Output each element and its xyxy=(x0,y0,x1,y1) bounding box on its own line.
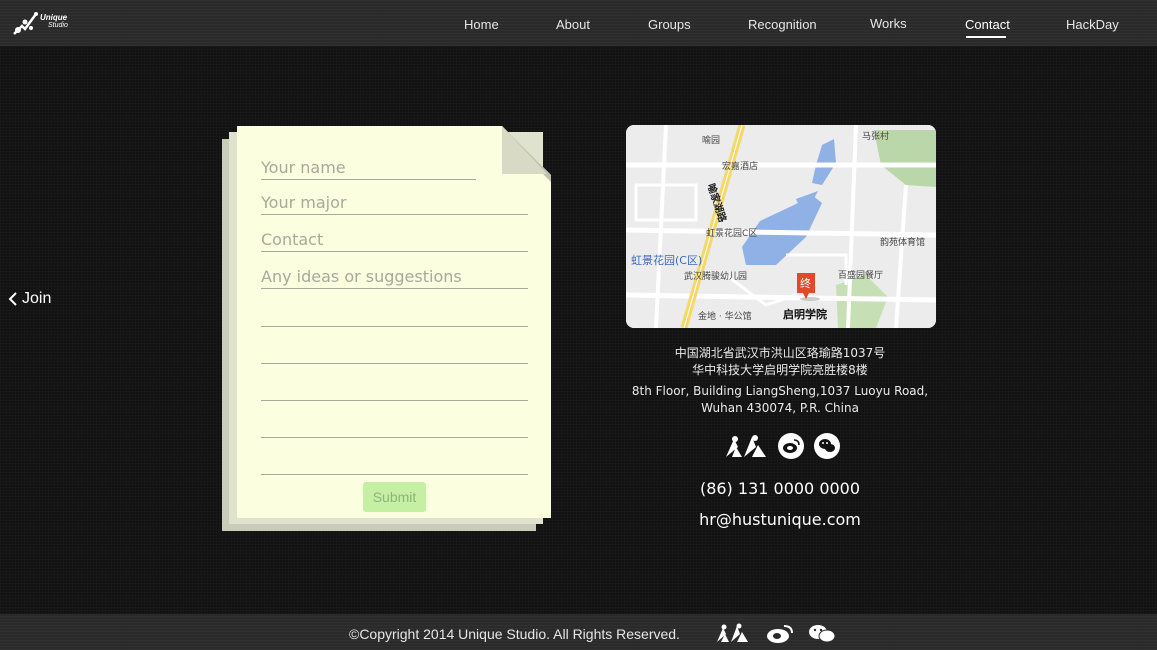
address-cn-line2: 华中科技大学启明学院亮胜楼8楼 xyxy=(692,363,868,377)
ideas-line[interactable] xyxy=(261,326,528,327)
map-label-hongjing-c: 虹景花园C区 xyxy=(706,229,758,239)
top-navbar: Unique Studio Home About Groups Recognit… xyxy=(0,0,1157,46)
contact-field[interactable]: Contact xyxy=(261,230,528,252)
phone-number: (86) 131 0000 0000 xyxy=(699,479,861,498)
weibo-icon[interactable] xyxy=(764,622,798,644)
nav-contact[interactable]: Contact xyxy=(965,17,1010,32)
logo-icon xyxy=(13,12,38,35)
map-label-kindergarten: 武汉腾骏幼儿园 xyxy=(684,272,748,282)
nav-groups[interactable]: Groups xyxy=(648,17,691,32)
renren-icon[interactable] xyxy=(724,433,768,459)
address-en-line1: 8th Floor, Building LiangSheng,1037 Luoy… xyxy=(631,384,929,398)
map-label-qiming: 启明学院 xyxy=(783,308,827,321)
major-field[interactable]: Your major xyxy=(261,193,528,215)
chevron-left-icon xyxy=(8,292,17,306)
logo-text-studio: Studio xyxy=(48,22,68,29)
location-map[interactable]: 喻园 宏嘉酒店 马张村 喻家湖路 虹景花园C区 虹景花园(C区) 韵苑体育馆 武… xyxy=(626,125,936,328)
wechat-icon[interactable] xyxy=(814,433,840,459)
map-label-restaurant: 百盛园餐厅 xyxy=(838,271,884,281)
join-link[interactable]: Join xyxy=(8,290,51,308)
ideas-line[interactable] xyxy=(261,474,528,475)
copyright-text: ©Copyright 2014 Unique Studio. All Right… xyxy=(349,626,680,642)
name-field[interactable]: Your name xyxy=(261,158,476,180)
map-graphic xyxy=(626,125,936,328)
map-label-hongjing-c-blue: 虹景花园(C区) xyxy=(631,254,703,267)
ideas-line[interactable] xyxy=(261,400,528,401)
wechat-icon[interactable] xyxy=(806,622,840,644)
join-form-paper xyxy=(237,126,551,518)
address-cn-line1: 中国湖北省武汉市洪山区珞瑜路1037号 xyxy=(674,346,886,360)
map-label-jindi: 金地 · 华公馆 xyxy=(698,312,752,322)
email-address[interactable]: hr@hustunique.com xyxy=(600,510,960,529)
submit-button[interactable]: Submit xyxy=(363,482,426,512)
ideas-field[interactable]: Any ideas or suggestions xyxy=(261,267,528,289)
logo-text-unique: Unique xyxy=(40,13,68,22)
ideas-line[interactable] xyxy=(261,437,528,438)
footer-bar: ©Copyright 2014 Unique Studio. All Right… xyxy=(0,614,1157,650)
weibo-icon[interactable] xyxy=(778,433,804,459)
renren-icon[interactable] xyxy=(715,622,749,644)
unique-studio-logo[interactable]: Unique Studio xyxy=(12,8,74,38)
nav-recognition[interactable]: Recognition xyxy=(748,17,817,32)
nav-home[interactable]: Home xyxy=(464,17,499,32)
map-label-yunyuan-gym: 韵苑体育馆 xyxy=(880,238,926,248)
join-label: Join xyxy=(22,290,52,307)
map-marker-icon[interactable]: 终 xyxy=(800,275,811,291)
address-en-line2: Wuhan 430074, P.R. China xyxy=(701,401,859,415)
map-label-mazhang: 马张村 xyxy=(862,132,890,142)
ideas-line[interactable] xyxy=(261,363,528,364)
map-label-hongjia-hotel: 宏嘉酒店 xyxy=(722,162,759,172)
map-label-yupin: 喻园 xyxy=(702,136,721,146)
nav-active-indicator xyxy=(966,36,1006,38)
nav-works[interactable]: Works xyxy=(870,16,907,31)
nav-about[interactable]: About xyxy=(556,17,590,32)
page-fold-icon xyxy=(502,126,551,182)
nav-hackday[interactable]: HackDay xyxy=(1066,17,1119,32)
